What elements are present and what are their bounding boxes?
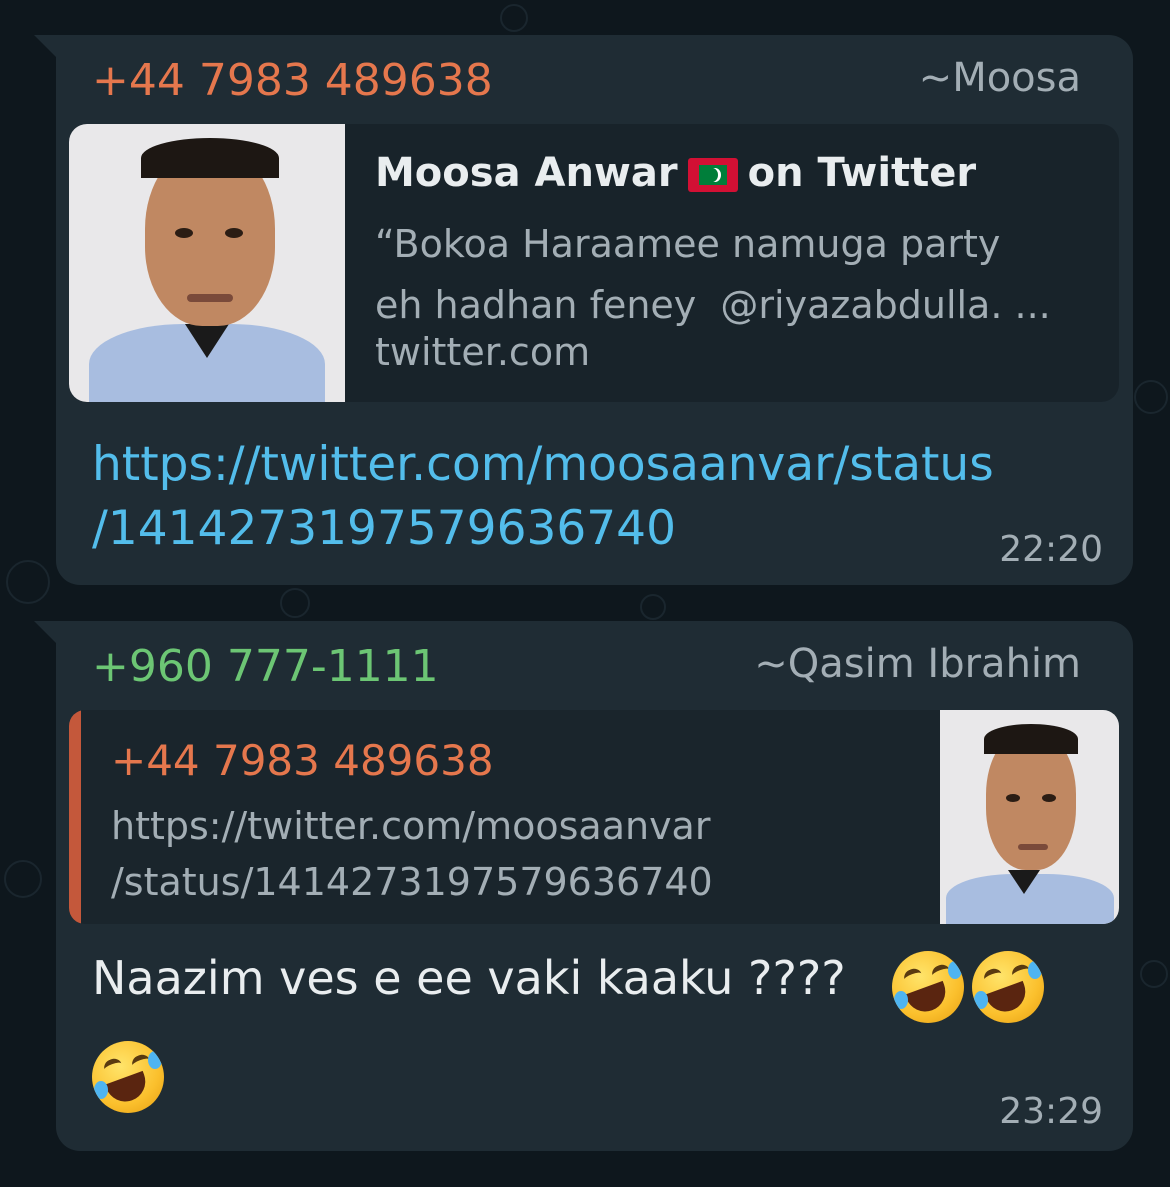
sender-phone[interactable]: +44 7983 489638: [92, 55, 493, 106]
thumbnail-collar: [185, 324, 229, 358]
quoted-thumbnail: [940, 710, 1119, 924]
thumbnail-eye: [1006, 794, 1020, 802]
quoted-text: https://twitter.com/moosaanvar /status/1…: [111, 804, 713, 904]
wallpaper-doodle: [1140, 960, 1168, 988]
thumbnail-eye: [1042, 794, 1056, 802]
thumbnail-eye: [175, 228, 193, 238]
thumbnail-hair: [984, 724, 1078, 754]
wallpaper-doodle: [4, 860, 42, 898]
wallpaper-doodle: [6, 560, 50, 604]
message-text: Naazim ves e ee vaki kaaku ????: [92, 951, 846, 1005]
preview-title: Moosa Anwar on Twitter: [375, 150, 976, 196]
rolling-on-floor-laughing-emoji: [92, 1041, 164, 1113]
rolling-on-floor-laughing-emoji: [892, 951, 964, 1023]
thumbnail-collar: [1008, 870, 1040, 894]
wallpaper-doodle: [1134, 380, 1168, 414]
quoted-message[interactable]: +44 7983 489638 https://twitter.com/moos…: [69, 710, 1119, 924]
preview-thumbnail: [69, 124, 345, 402]
thumbnail-eye: [225, 228, 243, 238]
message-time: 23:29: [999, 1091, 1103, 1132]
tweet-link[interactable]: https://twitter.com/moosaanvar/status /1…: [92, 433, 994, 561]
message-bubble[interactable]: +960 777-1111 ~Qasim Ibrahim +44 7983 48…: [34, 621, 1133, 1151]
rolling-on-floor-laughing-emoji: [972, 951, 1044, 1023]
thumbnail-hair: [141, 138, 279, 178]
wallpaper-doodle: [500, 4, 528, 32]
quoted-sender: +44 7983 489638: [111, 736, 494, 785]
preview-title-suffix: on Twitter: [747, 150, 977, 196]
maldives-flag-icon: [687, 158, 738, 192]
thumbnail-mouth: [1018, 844, 1048, 850]
message-bubble[interactable]: +44 7983 489638 ~Moosa Moosa Anwar on Twi…: [34, 35, 1133, 585]
sender-phone[interactable]: +960 777-1111: [92, 641, 439, 692]
wallpaper-doodle: [640, 594, 666, 620]
link-preview[interactable]: Moosa Anwar on Twitter “Bokoa Haraamee na…: [69, 124, 1119, 402]
bubble-tail: [34, 35, 60, 61]
message-time: 22:20: [999, 529, 1103, 570]
preview-domain: twitter.com: [375, 330, 591, 374]
thumbnail-mouth: [187, 294, 233, 302]
bubble-tail: [34, 621, 60, 647]
sender-name: ~Qasim Ibrahim: [754, 641, 1081, 687]
sender-name: ~Moosa: [918, 55, 1081, 101]
preview-title-name: Moosa Anwar: [375, 150, 678, 196]
quote-bar: [69, 710, 81, 924]
wallpaper-doodle: [280, 588, 310, 618]
preview-description: “Bokoa Haraamee namuga party eh hadhan f…: [375, 222, 1051, 327]
